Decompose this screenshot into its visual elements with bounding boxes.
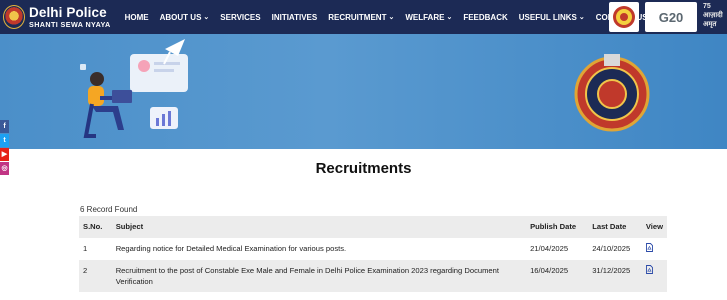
- police-badge-icon: [574, 54, 650, 132]
- col-subject: Subject: [115, 222, 144, 231]
- logo-text: Delhi Police SHANTI SEWA NYAYA: [29, 6, 111, 28]
- nav-recruitment-label: RECRUITMENT: [328, 12, 387, 22]
- cell-last-date: 31/12/2025: [592, 266, 631, 275]
- chevron-down-icon: ⌄: [203, 14, 210, 21]
- cell-sno: 2: [83, 266, 88, 275]
- nav-welfare[interactable]: WELFARE ⌄: [405, 13, 452, 22]
- g20-logo[interactable]: G20: [645, 2, 697, 32]
- nav-useful-links-label: USEFUL LINKS: [518, 12, 577, 22]
- pdf-icon[interactable]: [645, 265, 653, 274]
- table-header: S.No. Subject Publish Date Last Date Vie…: [79, 216, 667, 238]
- nav-home[interactable]: HOME: [125, 13, 149, 22]
- nav-recruitment[interactable]: RECRUITMENT ⌄: [328, 13, 394, 22]
- recruitments-table: S.No. Subject Publish Date Last Date Vie…: [79, 216, 667, 292]
- twitter-icon[interactable]: t: [0, 134, 9, 147]
- facebook-glyph: f: [3, 123, 6, 130]
- nav-feedback-label: FEEDBACK: [463, 12, 508, 22]
- g20-text: G20: [658, 9, 684, 25]
- logo-title: Delhi Police: [29, 5, 107, 21]
- facebook-icon[interactable]: f: [0, 120, 9, 133]
- cell-last-date: 24/10/2025: [592, 244, 631, 253]
- azadi-amrit-logo: 75 आज़ादी अमृत: [703, 3, 723, 28]
- cell-sno: 1: [83, 244, 88, 253]
- nav-about-us-label: ABOUT US: [159, 12, 202, 22]
- nav-welfare-label: WELFARE: [405, 12, 445, 22]
- site-logo[interactable]: Delhi Police SHANTI SEWA NYAYA: [3, 0, 111, 34]
- nav-about-us[interactable]: ABOUT US ⌄: [160, 13, 210, 22]
- hero-banner: [0, 34, 727, 149]
- logo-subtitle: SHANTI SEWA NYAYA: [29, 19, 111, 29]
- twitter-glyph: t: [3, 137, 6, 144]
- cell-subject: Regarding notice for Detailed Medical Ex…: [115, 244, 347, 253]
- cell-publish-date: 16/04/2025: [530, 266, 569, 275]
- nav-initiatives[interactable]: INITIATIVES: [272, 13, 318, 22]
- partner-logo-badge[interactable]: [609, 2, 639, 32]
- cell-view: [642, 260, 667, 292]
- table-header-row: S.No. Subject Publish Date Last Date Vie…: [79, 216, 667, 238]
- chevron-down-icon: ⌄: [388, 14, 395, 21]
- seal-icon: [613, 6, 635, 28]
- nav-services-label: SERVICES: [220, 12, 261, 22]
- table-body: 1 Regarding notice for Detailed Medical …: [79, 238, 667, 292]
- main-nav: HOME ABOUT US ⌄ SERVICES INITIATIVES RECR…: [125, 0, 667, 34]
- table-row: 1 Regarding notice for Detailed Medical …: [79, 238, 667, 260]
- cell-subject: Recruitment to the post of Constable Exe…: [115, 266, 499, 286]
- record-count: 6 Record Found: [80, 205, 138, 214]
- page-title: Recruitments: [315, 160, 412, 177]
- nav-services[interactable]: SERVICES: [220, 13, 260, 22]
- cell-publish-date: 21/04/2025: [530, 244, 569, 253]
- banner-illustration: [80, 39, 650, 138]
- table-row: 2 Recruitment to the post of Constable E…: [79, 260, 667, 292]
- nav-feedback[interactable]: FEEDBACK: [463, 13, 507, 22]
- cell-view: [642, 238, 667, 260]
- col-sno: S.No.: [83, 222, 103, 231]
- col-publish-date: Publish Date: [530, 222, 577, 231]
- delhi-police-emblem-icon: [3, 5, 25, 29]
- chevron-down-icon: ⌄: [446, 14, 453, 21]
- nav-useful-links[interactable]: USEFUL LINKS ⌄: [519, 13, 585, 22]
- nav-initiatives-label: INITIATIVES: [271, 12, 318, 22]
- top-navbar: Delhi Police SHANTI SEWA NYAYA HOME ABOU…: [0, 0, 727, 34]
- nav-home-label: HOME: [124, 12, 149, 22]
- col-view: View: [645, 222, 663, 231]
- chevron-down-icon: ⌄: [578, 14, 585, 21]
- pdf-icon[interactable]: [645, 243, 653, 252]
- col-last-date: Last Date: [592, 222, 627, 231]
